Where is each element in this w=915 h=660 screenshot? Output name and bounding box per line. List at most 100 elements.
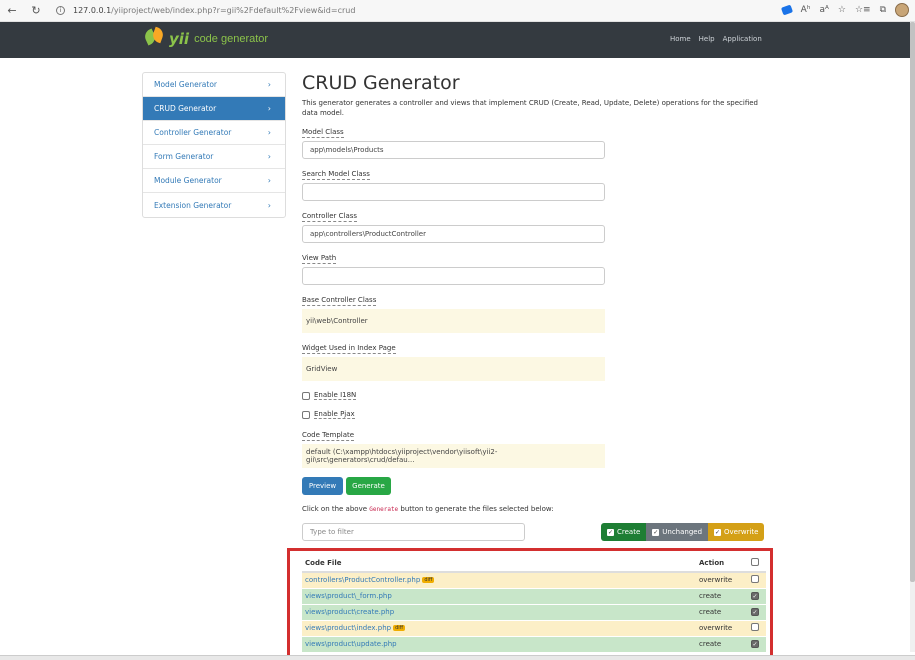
select-cell — [748, 571, 766, 588]
generate-button[interactable]: Generate — [346, 477, 391, 495]
search-model-class-label: Search Model Class — [302, 170, 370, 180]
check-icon: ✓ — [652, 528, 660, 536]
preview-button[interactable]: Preview — [302, 477, 343, 495]
check-icon: ✓ — [607, 528, 614, 536]
table-row: views\product\update.php create ✓ — [302, 635, 766, 652]
view-path-input[interactable] — [302, 267, 605, 285]
file-cell: controllers\ProductController.php diff — [302, 571, 696, 588]
legend-overwrite-toggle[interactable]: ✓ Overwrite — [708, 523, 765, 541]
sidebar-item-module-generator[interactable]: Module Generator › — [143, 169, 285, 193]
legend-create-toggle[interactable]: ✓ Create — [601, 523, 647, 541]
chevron-right-icon: › — [267, 176, 271, 185]
checkbox-box[interactable] — [302, 391, 310, 400]
favorites-list-icon[interactable]: ☆≡ — [855, 5, 871, 15]
read-aloud-icon[interactable]: Aʰ — [801, 5, 811, 15]
table-row: views\product\_form.php create ✓ — [302, 587, 766, 604]
top-navbar: yii code generator Home Help Application — [0, 22, 910, 58]
file-path-link[interactable]: views\product\index.php — [305, 624, 391, 632]
table-row: views\product\index.php diff overwrite — [302, 619, 766, 636]
brand-yii: yii — [169, 30, 190, 48]
widget-label: Widget Used in Index Page — [302, 344, 396, 354]
yii-logo-icon — [142, 26, 166, 50]
sidebar-item-label: Module Generator — [154, 176, 222, 185]
base-controller-class-field[interactable]: yii\web\Controller — [302, 309, 605, 333]
collections-icon[interactable]: ⧉ — [880, 5, 886, 15]
scrollbar-thumb[interactable] — [910, 22, 915, 582]
chevron-right-icon: › — [267, 200, 271, 210]
generate-code-label: Generate — [369, 506, 399, 513]
action-cell: overwrite — [696, 571, 748, 588]
reload-icon[interactable]: ↻ — [28, 3, 44, 19]
row-checkbox[interactable]: ✓ — [751, 608, 759, 616]
nav-links: Home Help Application — [670, 35, 762, 43]
page-scrollbar[interactable] — [910, 22, 915, 652]
sidebar-item-form-generator[interactable]: Form Generator › — [143, 145, 285, 169]
nav-application-link[interactable]: Application — [723, 35, 762, 43]
chevron-right-icon: › — [267, 80, 271, 89]
sidebar-item-label: Form Generator — [154, 152, 214, 161]
select-cell — [748, 619, 766, 636]
file-filter-input[interactable]: Type to filter — [302, 523, 525, 541]
taskbar — [0, 655, 915, 660]
code-file-header: Code File — [302, 555, 696, 573]
model-class-label: Model Class — [302, 128, 344, 138]
diff-badge[interactable]: diff — [393, 625, 406, 631]
address-bar[interactable]: i 127.0.0.1/yiiproject/web/index.php?r=g… — [56, 6, 355, 15]
legend-unchanged-toggle[interactable]: ✓ Unchanged — [646, 523, 709, 541]
select-all-checkbox[interactable] — [751, 558, 759, 566]
file-cell: views\product\create.php — [302, 603, 696, 620]
row-checkbox[interactable]: ✓ — [751, 640, 759, 649]
browser-toolbar: ← ↻ i 127.0.0.1/yiiproject/web/index.php… — [0, 0, 915, 22]
enable-i18n-checkbox[interactable]: Enable I18N — [302, 391, 357, 400]
file-cell: views\product\index.php diff — [302, 619, 696, 636]
select-cell: ✓ — [748, 603, 766, 620]
row-checkbox[interactable] — [751, 623, 759, 631]
sidebar-item-extension-generator[interactable]: Extension Generator › — [143, 193, 285, 217]
sidebar-item-label: CRUD Generator — [154, 104, 217, 113]
extension-tag-icon[interactable] — [780, 4, 793, 16]
file-path-link[interactable]: controllers\ProductController.php — [305, 576, 420, 584]
generator-description: This generator generates a controller an… — [302, 99, 758, 117]
file-path-link[interactable]: views\product\create.php — [305, 608, 394, 616]
chevron-right-icon: › — [267, 128, 271, 137]
sidebar-item-label: Model Generator — [154, 80, 217, 89]
translate-icon[interactable]: aᴬ — [819, 5, 828, 15]
sidebar-item-label: Controller Generator — [154, 128, 232, 137]
file-path-link[interactable]: views\product\_form.php — [305, 592, 392, 600]
sidebar-item-crud-generator[interactable]: CRUD Generator › — [143, 97, 285, 121]
enable-pjax-checkbox[interactable]: Enable Pjax — [302, 410, 355, 419]
code-files-table: Code File Action controllers\ProductCont… — [302, 555, 766, 652]
row-checkbox[interactable]: ✓ — [751, 592, 759, 600]
sidebar-item-label: Extension Generator — [154, 200, 232, 210]
nav-home-link[interactable]: Home — [670, 35, 691, 43]
action-cell: create — [696, 587, 748, 604]
checkbox-box[interactable] — [302, 410, 310, 419]
file-path-link[interactable]: views\product\update.php — [305, 640, 397, 648]
row-checkbox[interactable] — [751, 575, 759, 584]
widget-field[interactable]: GridView — [302, 357, 605, 381]
sidebar-item-model-generator[interactable]: Model Generator › — [143, 73, 285, 97]
sidebar-item-controller-generator[interactable]: Controller Generator › — [143, 121, 285, 145]
action-header: Action — [696, 555, 748, 573]
code-template-field[interactable]: default (C:\xampp\htdocs\yiiproject\vend… — [302, 444, 605, 468]
url-path: /yiiproject/web/index.php?r=gii%2Fdefaul… — [111, 6, 356, 15]
chevron-right-icon: › — [267, 104, 271, 113]
select-cell: ✓ — [748, 635, 766, 652]
select-all-header — [748, 555, 766, 573]
nav-help-link[interactable]: Help — [699, 35, 715, 43]
search-model-class-input[interactable] — [302, 183, 605, 201]
controller-class-input[interactable]: app\controllers\ProductController — [302, 225, 605, 243]
diff-badge[interactable]: diff — [422, 577, 435, 584]
check-icon: ✓ — [714, 528, 722, 536]
profile-avatar[interactable] — [895, 3, 909, 17]
action-cell: overwrite — [696, 619, 748, 636]
back-icon[interactable]: ← — [4, 3, 20, 19]
generator-sidebar: Model Generator › CRUD Generator › Control… — [142, 72, 286, 218]
chevron-right-icon: › — [267, 152, 271, 161]
page-title: CRUD Generator — [302, 72, 460, 94]
site-info-icon[interactable]: i — [56, 6, 65, 15]
model-class-input[interactable]: app\models\Products — [302, 141, 605, 159]
favorite-icon[interactable]: ☆ — [838, 5, 846, 15]
controller-class-label: Controller Class — [302, 212, 358, 222]
brand-logo[interactable]: yii code generator — [142, 26, 268, 50]
